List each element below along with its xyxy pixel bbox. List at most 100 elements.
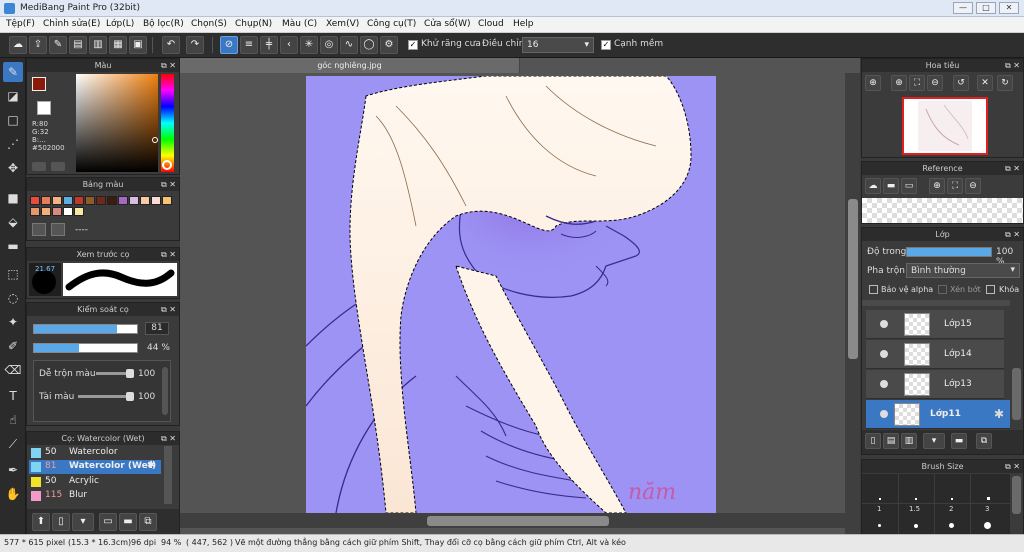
ellipse-snap-icon[interactable]: ◯ (360, 36, 378, 54)
new-brush-icon[interactable]: ▯ (52, 513, 70, 531)
new-8bit-layer-icon[interactable]: ▥ (901, 433, 917, 449)
menu-tools[interactable]: Công cụ(T) (367, 19, 416, 29)
brush-tool-icon[interactable]: ✎ (3, 62, 23, 82)
clipping-checkbox[interactable] (938, 285, 947, 294)
background-color-swatch[interactable] (37, 101, 51, 115)
brush-size-slider[interactable] (33, 324, 138, 334)
panel-close-icon[interactable]: ⧉ ✕ (161, 178, 176, 191)
move-tool-icon[interactable]: ✥ (3, 158, 23, 178)
radial-snap-icon[interactable]: ✳ (300, 36, 318, 54)
gear-icon[interactable]: ✱ (994, 407, 1004, 421)
zoom-in-icon[interactable]: ⊕ (929, 178, 945, 194)
menu-capture[interactable]: Chụp(N) (235, 19, 272, 29)
brush-item-watercolor[interactable]: 50 Watercolor (29, 446, 177, 460)
brush-size-dot[interactable] (987, 497, 990, 500)
folder-icon[interactable]: ▬ (883, 178, 899, 194)
palette-swatch[interactable] (85, 196, 95, 205)
color-swap-button[interactable] (51, 162, 65, 171)
brush-item-watercolor-wet[interactable]: 81 Watercolor (Wet) ✱ (29, 460, 161, 474)
drawing-canvas[interactable]: năm (306, 76, 716, 513)
duplicate-icon[interactable]: ⧉ (976, 433, 992, 449)
document-tab[interactable]: góc nghiêng.jpg (180, 58, 520, 73)
protect-alpha-checkbox[interactable] (869, 285, 878, 294)
brush-size-dot[interactable] (879, 498, 881, 500)
eraser-tool-icon[interactable]: ◪ (3, 86, 23, 106)
layer-scrollbar[interactable] (1012, 368, 1021, 420)
palette-swatch[interactable] (41, 207, 51, 216)
folder-icon[interactable]: ▬ (119, 513, 137, 531)
redo-icon[interactable]: ↷ (186, 36, 204, 54)
undo-icon[interactable]: ↶ (162, 36, 180, 54)
brush-size-scrollbar[interactable] (1012, 476, 1021, 514)
palette-swatch[interactable] (52, 196, 62, 205)
brush-size-dot[interactable] (984, 522, 991, 529)
palette-swatch[interactable] (74, 196, 84, 205)
menu-help[interactable]: Help (513, 19, 534, 29)
parallel-snap-icon[interactable]: ≡ (240, 36, 258, 54)
panel-close-icon[interactable]: ⧉ ✕ (161, 432, 176, 445)
menu-cloud[interactable]: Cloud (478, 19, 504, 29)
eyedropper-tool-icon[interactable]: ✒ (3, 460, 23, 480)
panel-close-icon[interactable]: ⧉ ✕ (1005, 460, 1020, 473)
palette-swatch[interactable] (107, 196, 117, 205)
brush-size-dot[interactable] (951, 498, 953, 500)
magic-wand-tool-icon[interactable]: ✦ (3, 312, 23, 332)
folder-icon[interactable]: ▬ (951, 433, 967, 449)
bucket-tool-icon[interactable]: ⬙ (3, 212, 23, 232)
palette-swatch[interactable] (129, 196, 139, 205)
menu-window[interactable]: Cửa sổ(W) (424, 19, 470, 29)
mix-box-scrollbar[interactable] (162, 367, 168, 415)
panel-close-icon[interactable]: ⧉ ✕ (1005, 59, 1020, 72)
close-button[interactable]: ✕ (999, 2, 1019, 14)
palette-swatch[interactable] (63, 196, 73, 205)
amount-slider[interactable] (78, 392, 134, 401)
eye-icon[interactable] (880, 410, 888, 418)
layer-menu-icon[interactable]: ▾ (923, 433, 945, 449)
cloud-icon[interactable]: ☁ (865, 178, 881, 194)
zoom-in-icon[interactable]: ⊕ (865, 75, 881, 91)
reference-view[interactable] (862, 198, 1023, 223)
dot-tool-icon[interactable]: ⋰ (3, 134, 23, 154)
palette-swatch[interactable] (118, 196, 128, 205)
fit-icon[interactable]: ⛶ (947, 178, 963, 194)
cross-snap-icon[interactable]: ╪ (260, 36, 278, 54)
brush-size-dot[interactable] (915, 498, 917, 500)
menu-edit[interactable]: Chỉnh sửa(E) (43, 19, 100, 29)
foreground-color-swatch[interactable] (32, 77, 46, 91)
vertical-scrollbar[interactable] (845, 73, 860, 536)
gradient-tool-icon[interactable]: ▬ (3, 236, 23, 256)
lasso-tool-icon[interactable]: ◌ (3, 288, 23, 308)
minimize-button[interactable]: — (953, 2, 973, 14)
zoom-in-alt-icon[interactable]: ⊕ (891, 75, 907, 91)
brush-size-dot[interactable] (914, 524, 918, 528)
mix-slider[interactable] (96, 369, 134, 378)
palette-swatch[interactable] (63, 207, 73, 216)
brush-list-scrollbar[interactable] (164, 446, 172, 504)
layer-opacity-slider[interactable] (906, 247, 992, 257)
select-pen-tool-icon[interactable]: ✐ (3, 336, 23, 356)
mix-slider-handle[interactable] (126, 369, 134, 378)
layer-row-14[interactable]: Lớp14 (866, 340, 1004, 369)
brush-doc-icon[interactable]: ▭ (99, 513, 117, 531)
color-saturation-picker[interactable] (76, 74, 158, 172)
select-eraser-tool-icon[interactable]: ⌫ (3, 360, 23, 380)
hand-tool-icon[interactable]: ✋ (3, 484, 23, 504)
menu-filter[interactable]: Bộ lọc(R) (143, 19, 184, 29)
text-tool-icon[interactable]: T (3, 386, 23, 406)
zoom-out-icon[interactable]: ⊖ (965, 178, 981, 194)
amount-slider-handle[interactable] (126, 392, 134, 401)
panel-close-icon[interactable]: ⧉ ✕ (161, 59, 176, 72)
horizontal-scroll-thumb[interactable] (427, 516, 609, 526)
rotate-right-icon[interactable]: ↻ (997, 75, 1013, 91)
panel-close-icon[interactable]: ⧉ ✕ (161, 248, 176, 261)
panels-icon[interactable]: ▣ (129, 36, 147, 54)
rectangle-tool-icon[interactable]: □ (3, 110, 23, 130)
layer-row-15[interactable]: Lớp15 (866, 310, 1004, 339)
antialias-checkbox[interactable]: ✓ (408, 40, 418, 50)
operation-tool-icon[interactable]: ☝ (3, 410, 23, 430)
select-tool-icon[interactable]: ⬚ (3, 264, 23, 284)
layer-row-11[interactable]: Lớp11 ✱ (866, 400, 1010, 429)
grid-icon[interactable]: ▦ (109, 36, 127, 54)
layer-row-13[interactable]: Lớp13 (866, 370, 1004, 399)
menu-file[interactable]: Tệp(F) (6, 19, 35, 29)
